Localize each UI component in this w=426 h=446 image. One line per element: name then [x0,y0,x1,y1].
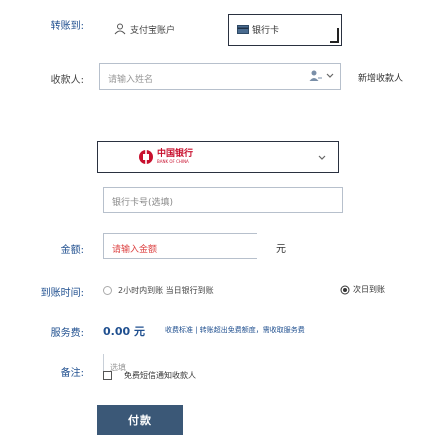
bank-name: 中国银行 [157,149,194,159]
add-recipient-link[interactable]: 新增收款人 [358,71,403,84]
arrival-option-nextday-label: 次日到账 [353,285,385,294]
bank-select[interactable]: 中国银行 BANK OF CHINA [97,141,339,173]
pay-button[interactable]: 付款 [97,405,183,435]
tab-alipay-account[interactable]: 支付宝账户 [114,15,218,43]
card-number-field[interactable]: 银行卡号(选填) [103,187,343,213]
fee-label: 服务费: [50,328,84,339]
transfer-to-label: 转账到: [50,21,84,32]
remark-label: 备注: [60,368,84,379]
amount-field[interactable]: 请输入金额 [103,233,257,259]
sms-notify-label: 免费短信通知收款人 [124,371,196,380]
amount-label: 金额: [60,245,84,256]
contacts-dropdown-button[interactable] [309,69,334,83]
amount-unit: 元 [276,244,286,255]
bank-name-en: BANK OF CHINA [157,159,189,164]
card-icon [237,25,249,34]
tab-selected-corner-icon [330,28,339,43]
arrival-option-nextday[interactable]: 次日到账 [340,284,385,295]
fee-value: 0.00 元 [103,325,145,338]
tab-alipay-label: 支付宝账户 [130,25,176,36]
recipient-name-field[interactable]: 请输入姓名 [99,63,341,90]
arrival-time-label: 到账时间: [40,288,84,299]
chevron-down-icon [318,155,326,160]
contacts-icon [309,70,322,81]
bank-of-china-logo-icon [139,150,153,164]
radio-selected-icon [340,285,350,294]
fee-standard-link[interactable]: 收费标准 | 转账超出免费额度，需收取服务费 [165,325,305,335]
card-number-placeholder: 银行卡号(选填) [112,198,174,208]
tab-bank-card-label: 银行卡 [252,26,280,36]
arrival-option-fast-radio[interactable] [103,286,112,295]
sms-notify-checkbox[interactable] [103,371,112,380]
tab-bank-card[interactable]: 银行卡 [228,14,342,46]
person-icon [114,23,126,35]
pay-button-label: 付款 [128,414,152,427]
arrival-option-fast-label: 2小时内到账 当日银行到账 [118,286,214,295]
recipient-placeholder: 请输入姓名 [108,75,154,85]
amount-placeholder: 请输入金额 [112,245,158,255]
recipient-label: 收款人: [50,75,84,86]
chevron-down-icon [326,73,334,78]
